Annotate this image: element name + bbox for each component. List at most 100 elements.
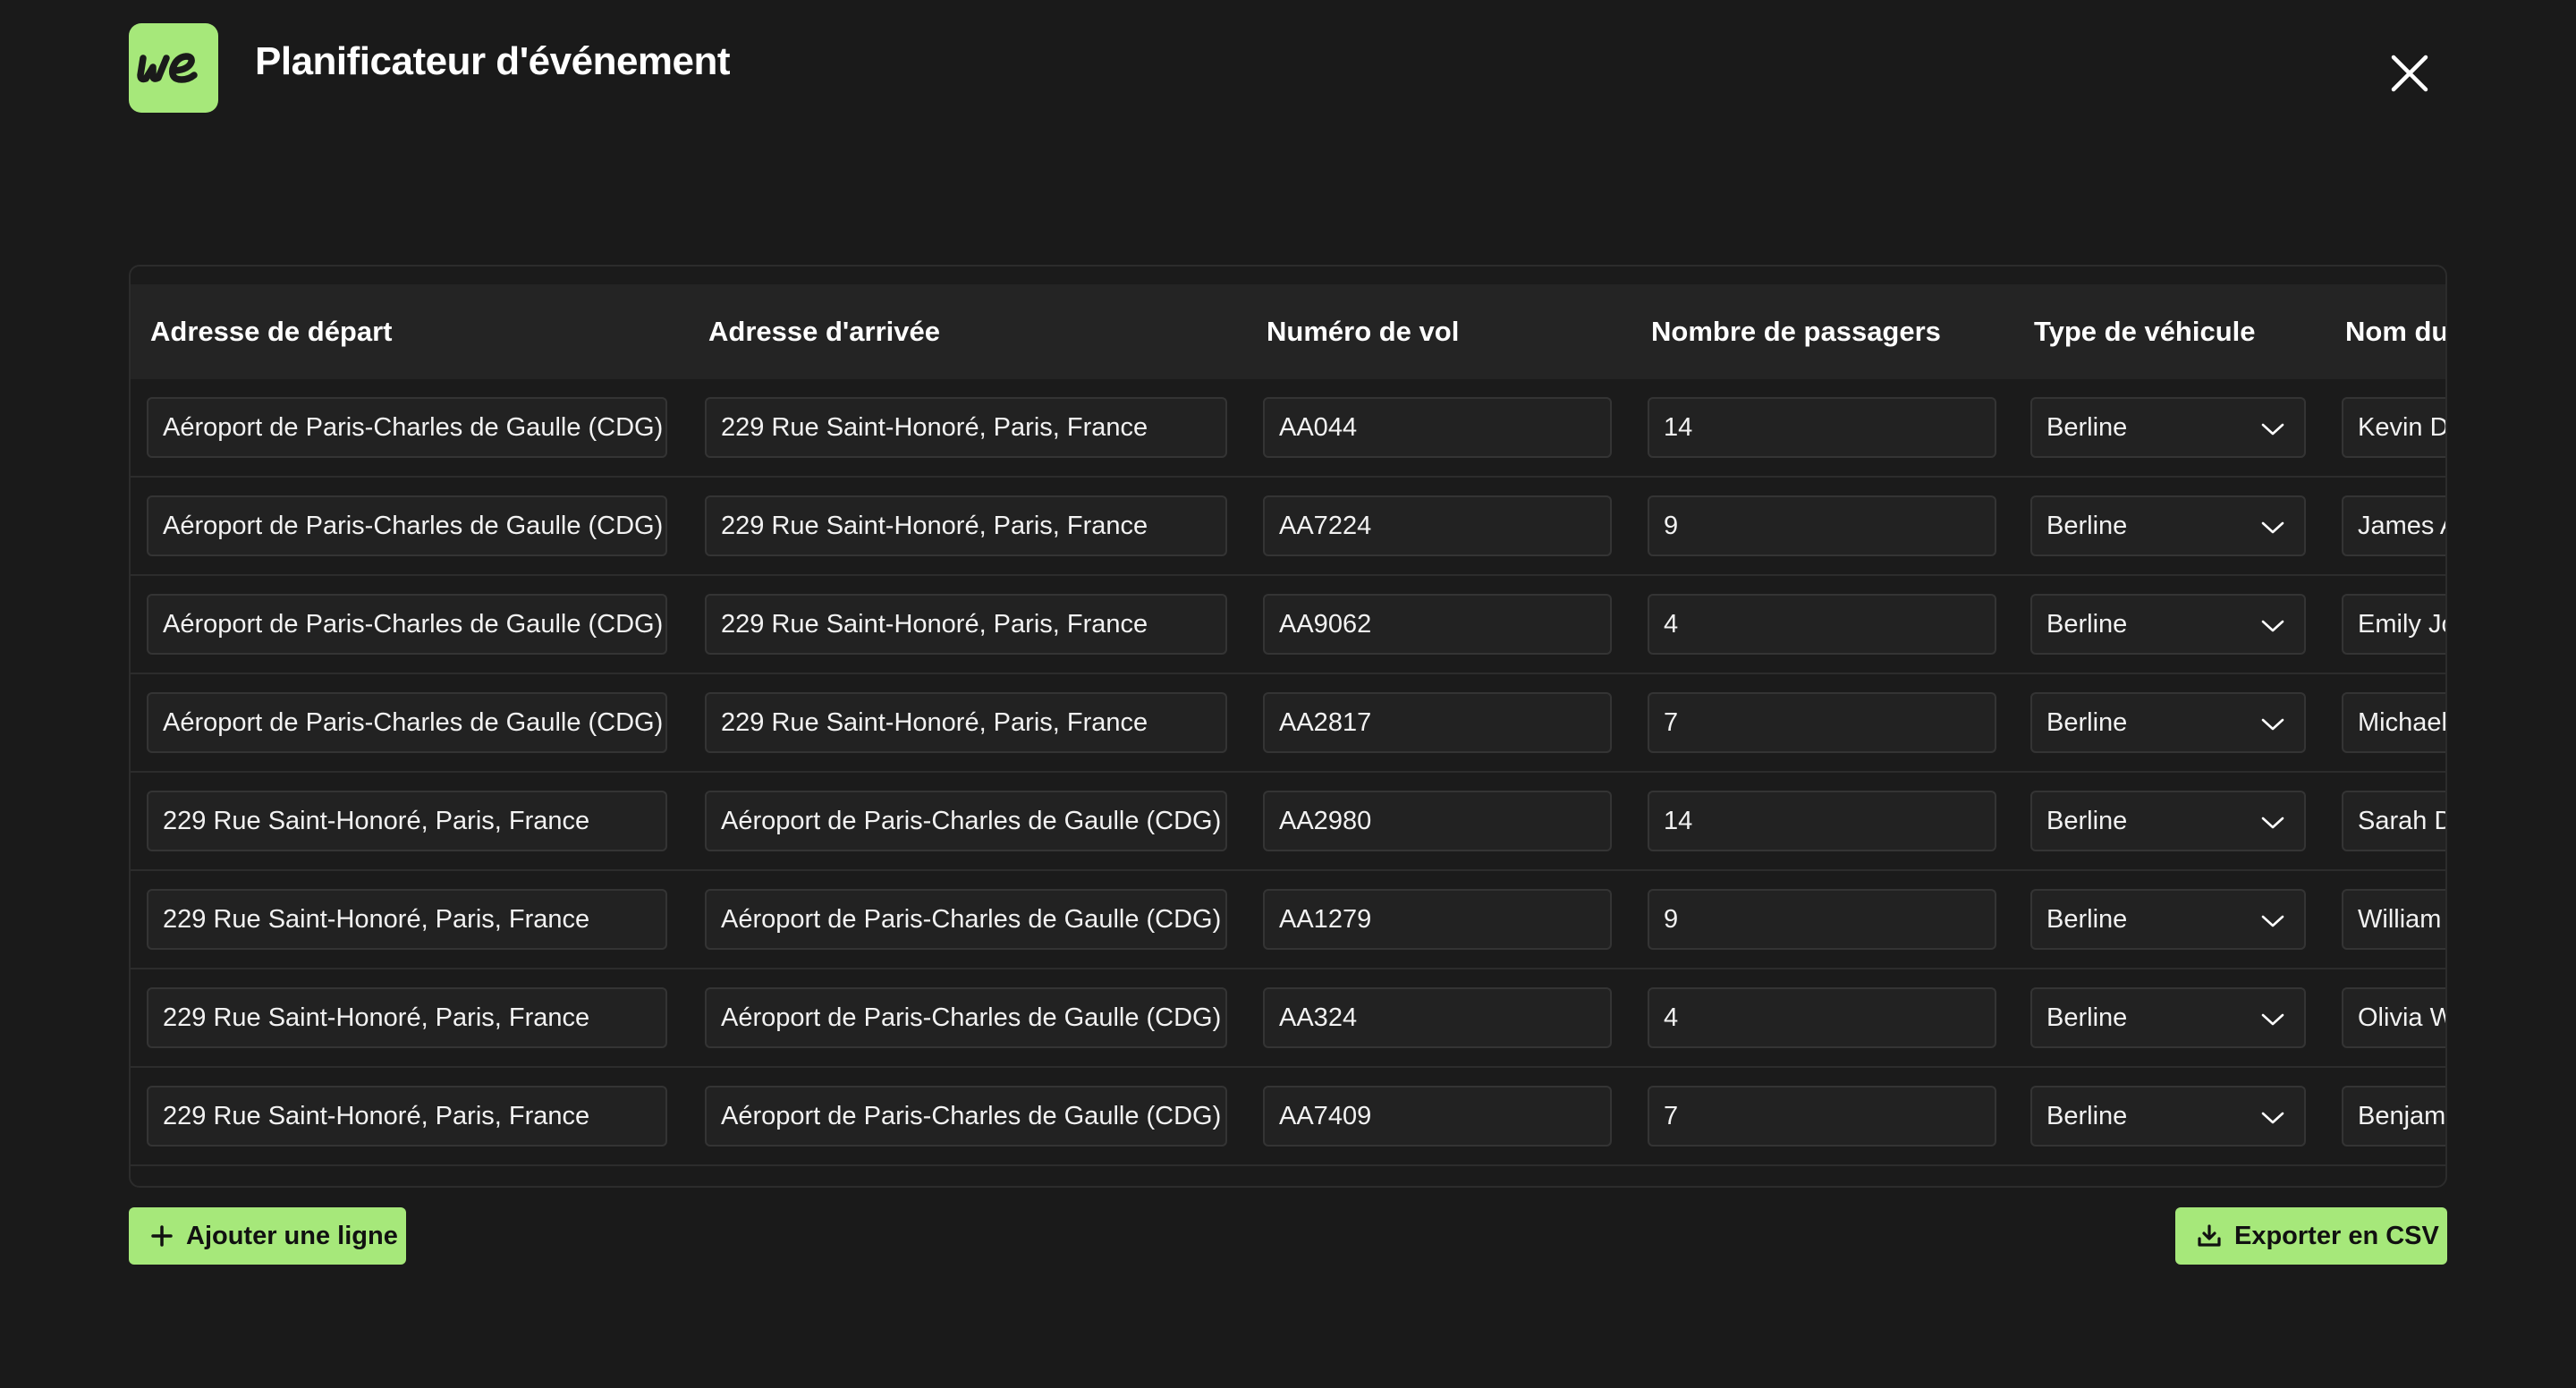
flight-number-input[interactable]: AA044: [1263, 397, 1612, 458]
vehicle-type-value: Berline: [2046, 707, 2128, 737]
name-value: Michael: [2358, 707, 2447, 737]
passenger-count-input[interactable]: 9: [1648, 889, 1996, 950]
column-header-departure: Adresse de départ: [150, 316, 393, 347]
arrival-address-value: 229 Rue Saint-Honoré, Paris, France: [721, 412, 1148, 442]
event-planner-modal: Planificateur d'événement Adresse de dép…: [0, 0, 2576, 1388]
export-csv-button[interactable]: Exporter en CSV: [2175, 1207, 2447, 1265]
transfers-table[interactable]: Adresse de départ Adresse d'arrivée Numé…: [129, 265, 2447, 1188]
column-header-passengers: Nombre de passagers: [1651, 316, 1941, 347]
name-value: James A: [2358, 511, 2445, 540]
vehicle-type-select[interactable]: Berline: [2030, 889, 2306, 950]
departure-address-input[interactable]: 229 Rue Saint-Honoré, Paris, France: [147, 987, 667, 1048]
chevron-down-icon: [2259, 613, 2286, 639]
passenger-count-input[interactable]: 9: [1648, 495, 1996, 556]
flight-number-input[interactable]: AA7409: [1263, 1086, 1612, 1147]
flight-number-value: AA2817: [1279, 707, 1372, 737]
arrival-address-input[interactable]: 229 Rue Saint-Honoré, Paris, France: [705, 397, 1227, 458]
we-logo-mark: [137, 53, 198, 83]
export-csv-label: Exporter en CSV: [2234, 1221, 2439, 1250]
passenger-count-value: 14: [1664, 806, 1693, 835]
flight-number-input[interactable]: AA2980: [1263, 791, 1612, 851]
arrival-address-input[interactable]: 229 Rue Saint-Honoré, Paris, France: [705, 692, 1227, 753]
flight-number-input[interactable]: AA2817: [1263, 692, 1612, 753]
arrival-address-input[interactable]: Aéroport de Paris-Charles de Gaulle (CDG…: [705, 889, 1227, 950]
passenger-count-input[interactable]: 7: [1648, 692, 1996, 753]
flight-number-value: AA324: [1279, 1003, 1358, 1032]
column-header-flight-number: Numéro de vol: [1267, 316, 1460, 347]
vehicle-type-select[interactable]: Berline: [2030, 594, 2306, 655]
flight-number-input[interactable]: AA324: [1263, 987, 1612, 1048]
name-input[interactable]: Michael: [2342, 692, 2447, 753]
passenger-count-input[interactable]: 7: [1648, 1086, 1996, 1147]
name-input[interactable]: Benjami: [2342, 1086, 2447, 1147]
arrival-address-input[interactable]: Aéroport de Paris-Charles de Gaulle (CDG…: [705, 791, 1227, 851]
passenger-count-input[interactable]: 4: [1648, 987, 1996, 1048]
chevron-down-icon: [2259, 514, 2286, 541]
departure-address-input[interactable]: Aéroport de Paris-Charles de Gaulle (CDG…: [147, 692, 667, 753]
departure-address-input[interactable]: 229 Rue Saint-Honoré, Paris, France: [147, 1086, 667, 1147]
passenger-count-input[interactable]: 14: [1648, 397, 1996, 458]
table-row: Aéroport de Paris-Charles de Gaulle (CDG…: [131, 379, 2447, 478]
page-title: Planificateur d'événement: [255, 39, 731, 83]
name-input[interactable]: Kevin Du: [2342, 397, 2447, 458]
departure-address-value: 229 Rue Saint-Honoré, Paris, France: [163, 1003, 590, 1032]
vehicle-type-value: Berline: [2046, 806, 2128, 835]
departure-address-input[interactable]: 229 Rue Saint-Honoré, Paris, France: [147, 791, 667, 851]
name-input[interactable]: James A: [2342, 495, 2445, 556]
arrival-address-input[interactable]: Aéroport de Paris-Charles de Gaulle (CDG…: [705, 1086, 1227, 1147]
vehicle-type-select[interactable]: Berline: [2030, 1086, 2306, 1147]
flight-number-value: AA7409: [1279, 1101, 1372, 1130]
add-row-label: Ajouter une ligne: [186, 1221, 398, 1250]
chevron-down-icon: [2259, 908, 2286, 935]
chevron-down-icon: [2259, 1104, 2286, 1131]
table-row: Aéroport de Paris-Charles de Gaulle (CDG…: [131, 576, 2445, 674]
name-input[interactable]: William: [2342, 889, 2445, 950]
flight-number-input[interactable]: AA1279: [1263, 889, 1612, 950]
column-header-arrival: Adresse d'arrivée: [708, 316, 940, 347]
arrival-address-value: 229 Rue Saint-Honoré, Paris, France: [721, 511, 1148, 540]
arrival-address-value: 229 Rue Saint-Honoré, Paris, France: [721, 707, 1148, 737]
close-button[interactable]: [2383, 47, 2436, 100]
table-row: 229 Rue Saint-Honoré, Paris, France Aérop…: [131, 871, 2445, 969]
table-row: Aéroport de Paris-Charles de Gaulle (CDG…: [131, 674, 2447, 773]
table-row: 229 Rue Saint-Honoré, Paris, France Aérop…: [131, 1068, 2447, 1166]
vehicle-type-select[interactable]: Berline: [2030, 791, 2306, 851]
arrival-address-input[interactable]: Aéroport de Paris-Charles de Gaulle (CDG…: [705, 987, 1227, 1048]
flight-number-input[interactable]: AA9062: [1263, 594, 1612, 655]
chevron-down-icon: [2259, 416, 2286, 443]
departure-address-input[interactable]: Aéroport de Paris-Charles de Gaulle (CDG…: [147, 397, 667, 458]
passenger-count-value: 7: [1664, 1101, 1679, 1130]
passenger-count-value: 7: [1664, 707, 1679, 737]
arrival-address-value: Aéroport de Paris-Charles de Gaulle (CDG…: [721, 1101, 1222, 1130]
table-row: 229 Rue Saint-Honoré, Paris, France Aérop…: [131, 773, 2445, 871]
name-value: Benjami: [2358, 1101, 2447, 1130]
flight-number-input[interactable]: AA7224: [1263, 495, 1612, 556]
name-input[interactable]: Emily Jo: [2342, 594, 2445, 655]
table-row: 229 Rue Saint-Honoré, Paris, France Aérop…: [131, 969, 2445, 1068]
vehicle-type-select[interactable]: Berline: [2030, 397, 2306, 458]
passenger-count-value: 4: [1664, 1003, 1679, 1032]
departure-address-input[interactable]: 229 Rue Saint-Honoré, Paris, France: [147, 889, 667, 950]
passenger-count-value: 9: [1664, 511, 1679, 540]
departure-address-value: Aéroport de Paris-Charles de Gaulle (CDG…: [163, 707, 664, 737]
vehicle-type-value: Berline: [2046, 904, 2128, 934]
name-value: Kevin Du: [2358, 412, 2447, 442]
table-header-row: Adresse de départ Adresse d'arrivée Numé…: [131, 284, 2445, 379]
we-logo: [129, 23, 218, 113]
arrival-address-input[interactable]: 229 Rue Saint-Honoré, Paris, France: [705, 495, 1227, 556]
arrival-address-input[interactable]: 229 Rue Saint-Honoré, Paris, France: [705, 594, 1227, 655]
name-input[interactable]: Sarah D: [2342, 791, 2445, 851]
vehicle-type-select[interactable]: Berline: [2030, 987, 2306, 1048]
passenger-count-input[interactable]: 14: [1648, 791, 1996, 851]
departure-address-input[interactable]: Aéroport de Paris-Charles de Gaulle (CDG…: [147, 495, 667, 556]
name-value: William: [2358, 904, 2442, 934]
vehicle-type-select[interactable]: Berline: [2030, 692, 2306, 753]
chevron-down-icon: [2259, 711, 2286, 738]
name-input[interactable]: Olivia W: [2342, 987, 2445, 1048]
departure-address-value: 229 Rue Saint-Honoré, Paris, France: [163, 904, 590, 934]
add-row-button[interactable]: Ajouter une ligne: [129, 1207, 406, 1265]
passenger-count-input[interactable]: 4: [1648, 594, 1996, 655]
departure-address-input[interactable]: Aéroport de Paris-Charles de Gaulle (CDG…: [147, 594, 667, 655]
chevron-down-icon: [2259, 809, 2286, 836]
vehicle-type-select[interactable]: Berline: [2030, 495, 2306, 556]
